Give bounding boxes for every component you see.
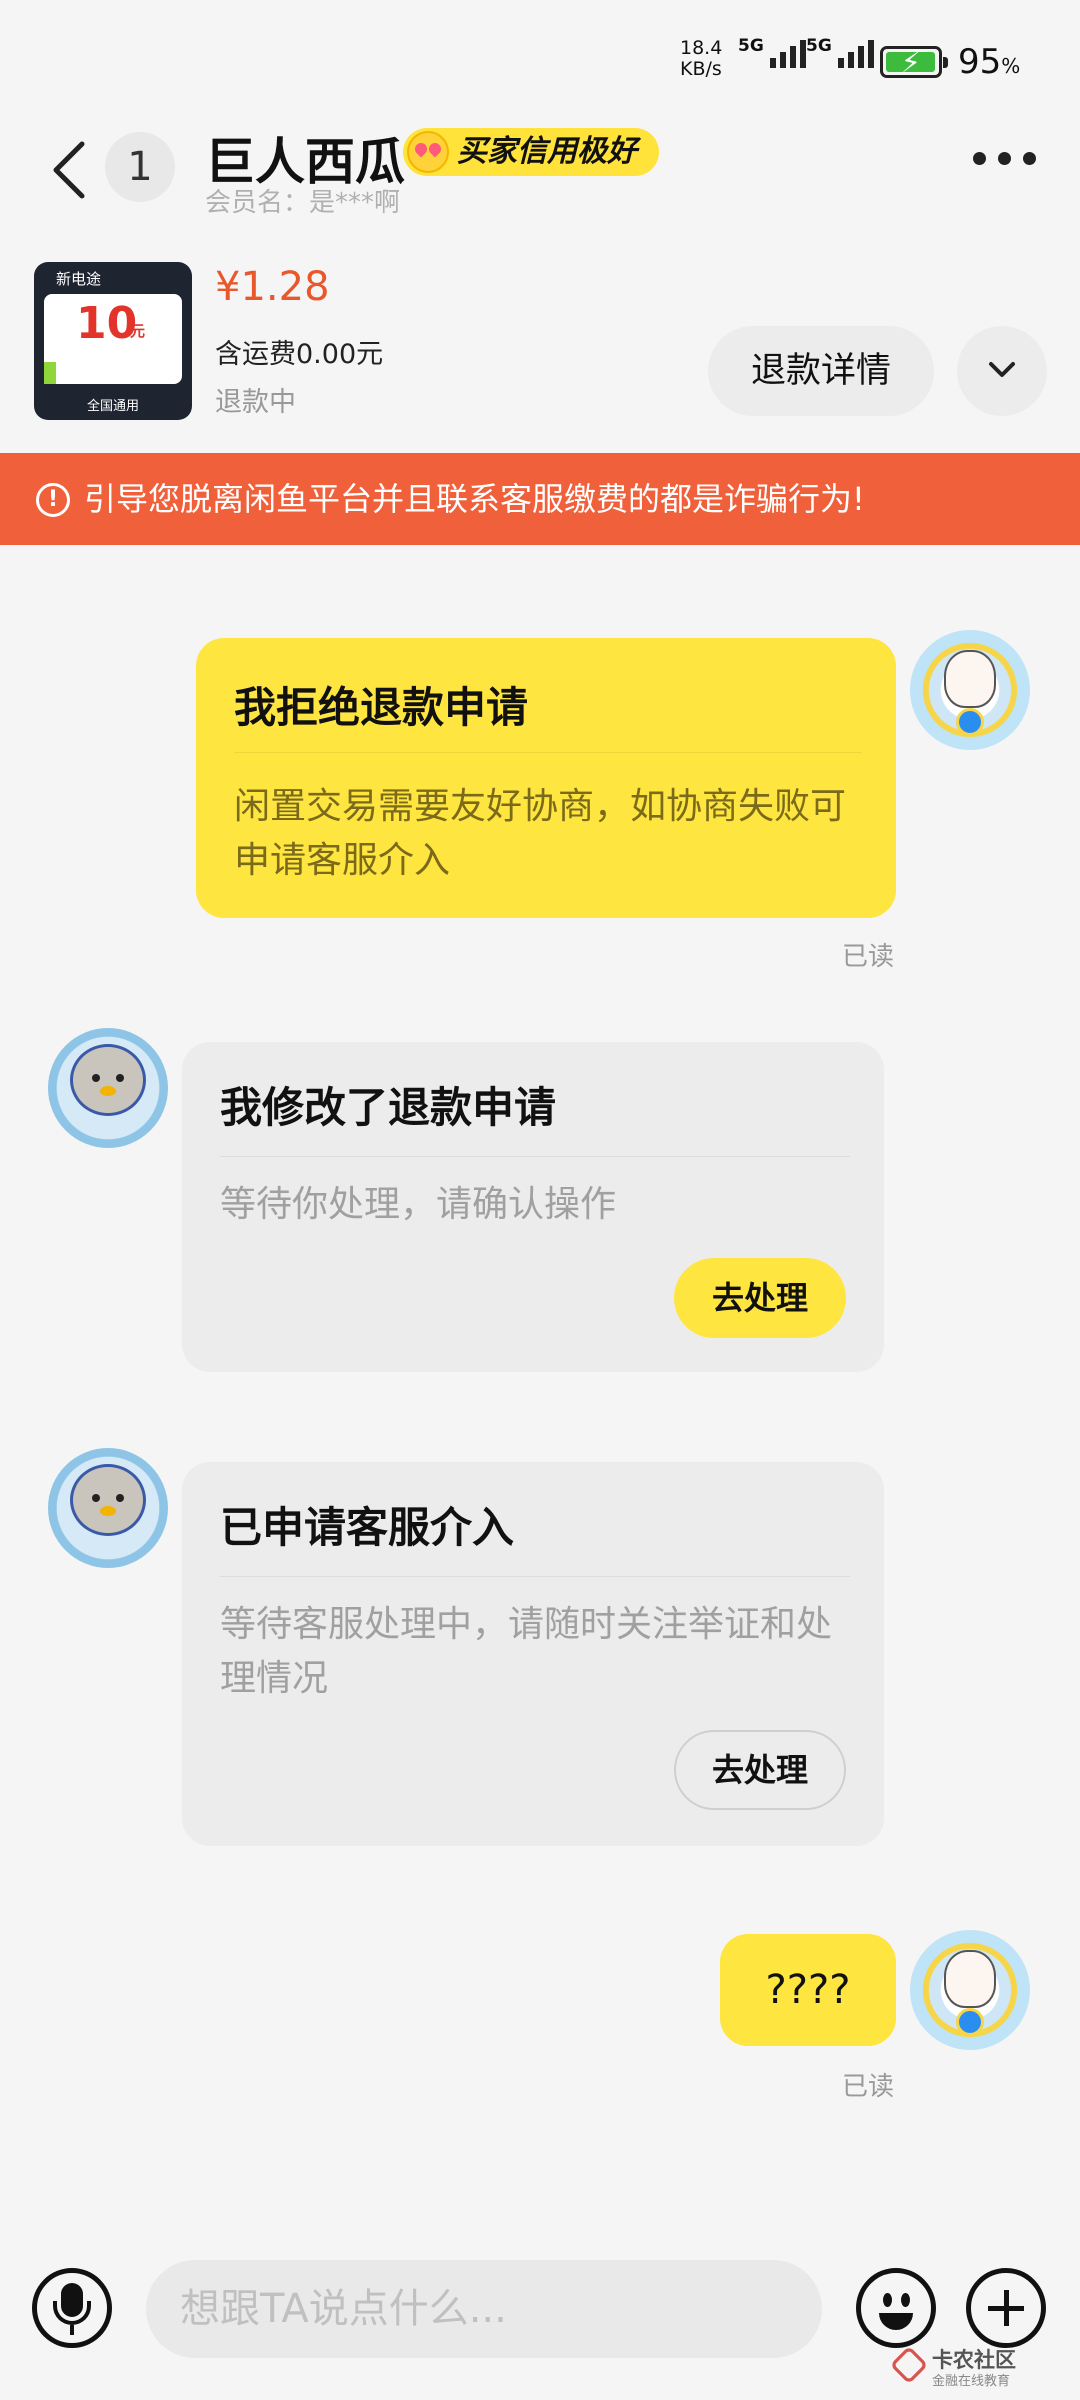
contact-avatar[interactable]: [48, 1448, 168, 1568]
refund-details-button[interactable]: 退款详情: [708, 326, 934, 416]
product-price: ¥1.28: [215, 264, 330, 310]
signal-2-icon: 5G: [806, 36, 874, 68]
message-card-service-requested: 已申请客服介入 等待客服处理中，请随时关注举证和处理情况 去处理: [182, 1462, 884, 1846]
input-bar: 想跟TA说点什么... 卡农社区 金融在线教育: [0, 2240, 1080, 2400]
status-bar: 18.4 KB/s 5G 5G ⚡ 95%: [0, 0, 1080, 100]
watermark-logo-icon: [889, 2345, 929, 2385]
chevron-left-icon: [53, 141, 85, 199]
product-thumbnail[interactable]: 新电途 10 元 全国通用: [34, 262, 192, 420]
message-text-bubble: ????: [720, 1934, 896, 2046]
voice-button[interactable]: [32, 2268, 112, 2348]
back-button[interactable]: [48, 138, 92, 202]
emoji-button[interactable]: [856, 2268, 936, 2348]
my-avatar[interactable]: [910, 630, 1030, 750]
member-name: 会员名：是***啊: [205, 188, 401, 218]
chevron-down-icon: [989, 362, 1015, 377]
battery-icon: ⚡: [880, 46, 948, 79]
heart-eyes-icon: [407, 131, 449, 173]
chat-header: 1 巨人西瓜 买家信用极好 会员名：是***啊: [0, 110, 1080, 240]
credit-badge: 买家信用极好: [403, 128, 659, 176]
read-receipt: 已读: [842, 942, 895, 972]
handle-button[interactable]: 去处理: [674, 1730, 846, 1810]
message-card-refund-modified: 我修改了退款申请 等待你处理，请确认操作 去处理: [182, 1042, 884, 1372]
contact-avatar[interactable]: [48, 1028, 168, 1148]
more-options-button[interactable]: [973, 152, 1036, 165]
handle-button[interactable]: 去处理: [674, 1258, 846, 1338]
watermark: 卡农社区 金融在线教育: [889, 2344, 1062, 2394]
shipping-fee: 含运费0.00元: [215, 339, 384, 370]
read-receipt: 已读: [842, 2072, 895, 2102]
network-speed: 18.4 KB/s: [680, 37, 723, 80]
unread-count-badge[interactable]: 1: [105, 132, 175, 202]
my-avatar[interactable]: [910, 1930, 1030, 2050]
message-input[interactable]: 想跟TA说点什么...: [146, 2260, 822, 2358]
more-dots-icon: [973, 152, 986, 165]
plus-button[interactable]: [966, 2268, 1046, 2348]
fraud-warning-banner: ! 引导您脱离闲鱼平台并且联系客服缴费的都是诈骗行为!: [0, 453, 1080, 545]
product-card: 新电途 10 元 全国通用 ¥1.28 含运费0.00元 退款中 退款详情: [0, 258, 1080, 428]
expand-button[interactable]: [957, 326, 1047, 416]
exclamation-circle-icon: !: [36, 483, 70, 517]
order-status: 退款中: [215, 387, 296, 418]
battery-percent: 95%: [958, 42, 1021, 82]
signal-1-icon: 5G: [738, 36, 806, 68]
message-card-refund-rejected: 我拒绝退款申请 闲置交易需要友好协商，如协商失败可申请客服介入: [196, 638, 896, 918]
